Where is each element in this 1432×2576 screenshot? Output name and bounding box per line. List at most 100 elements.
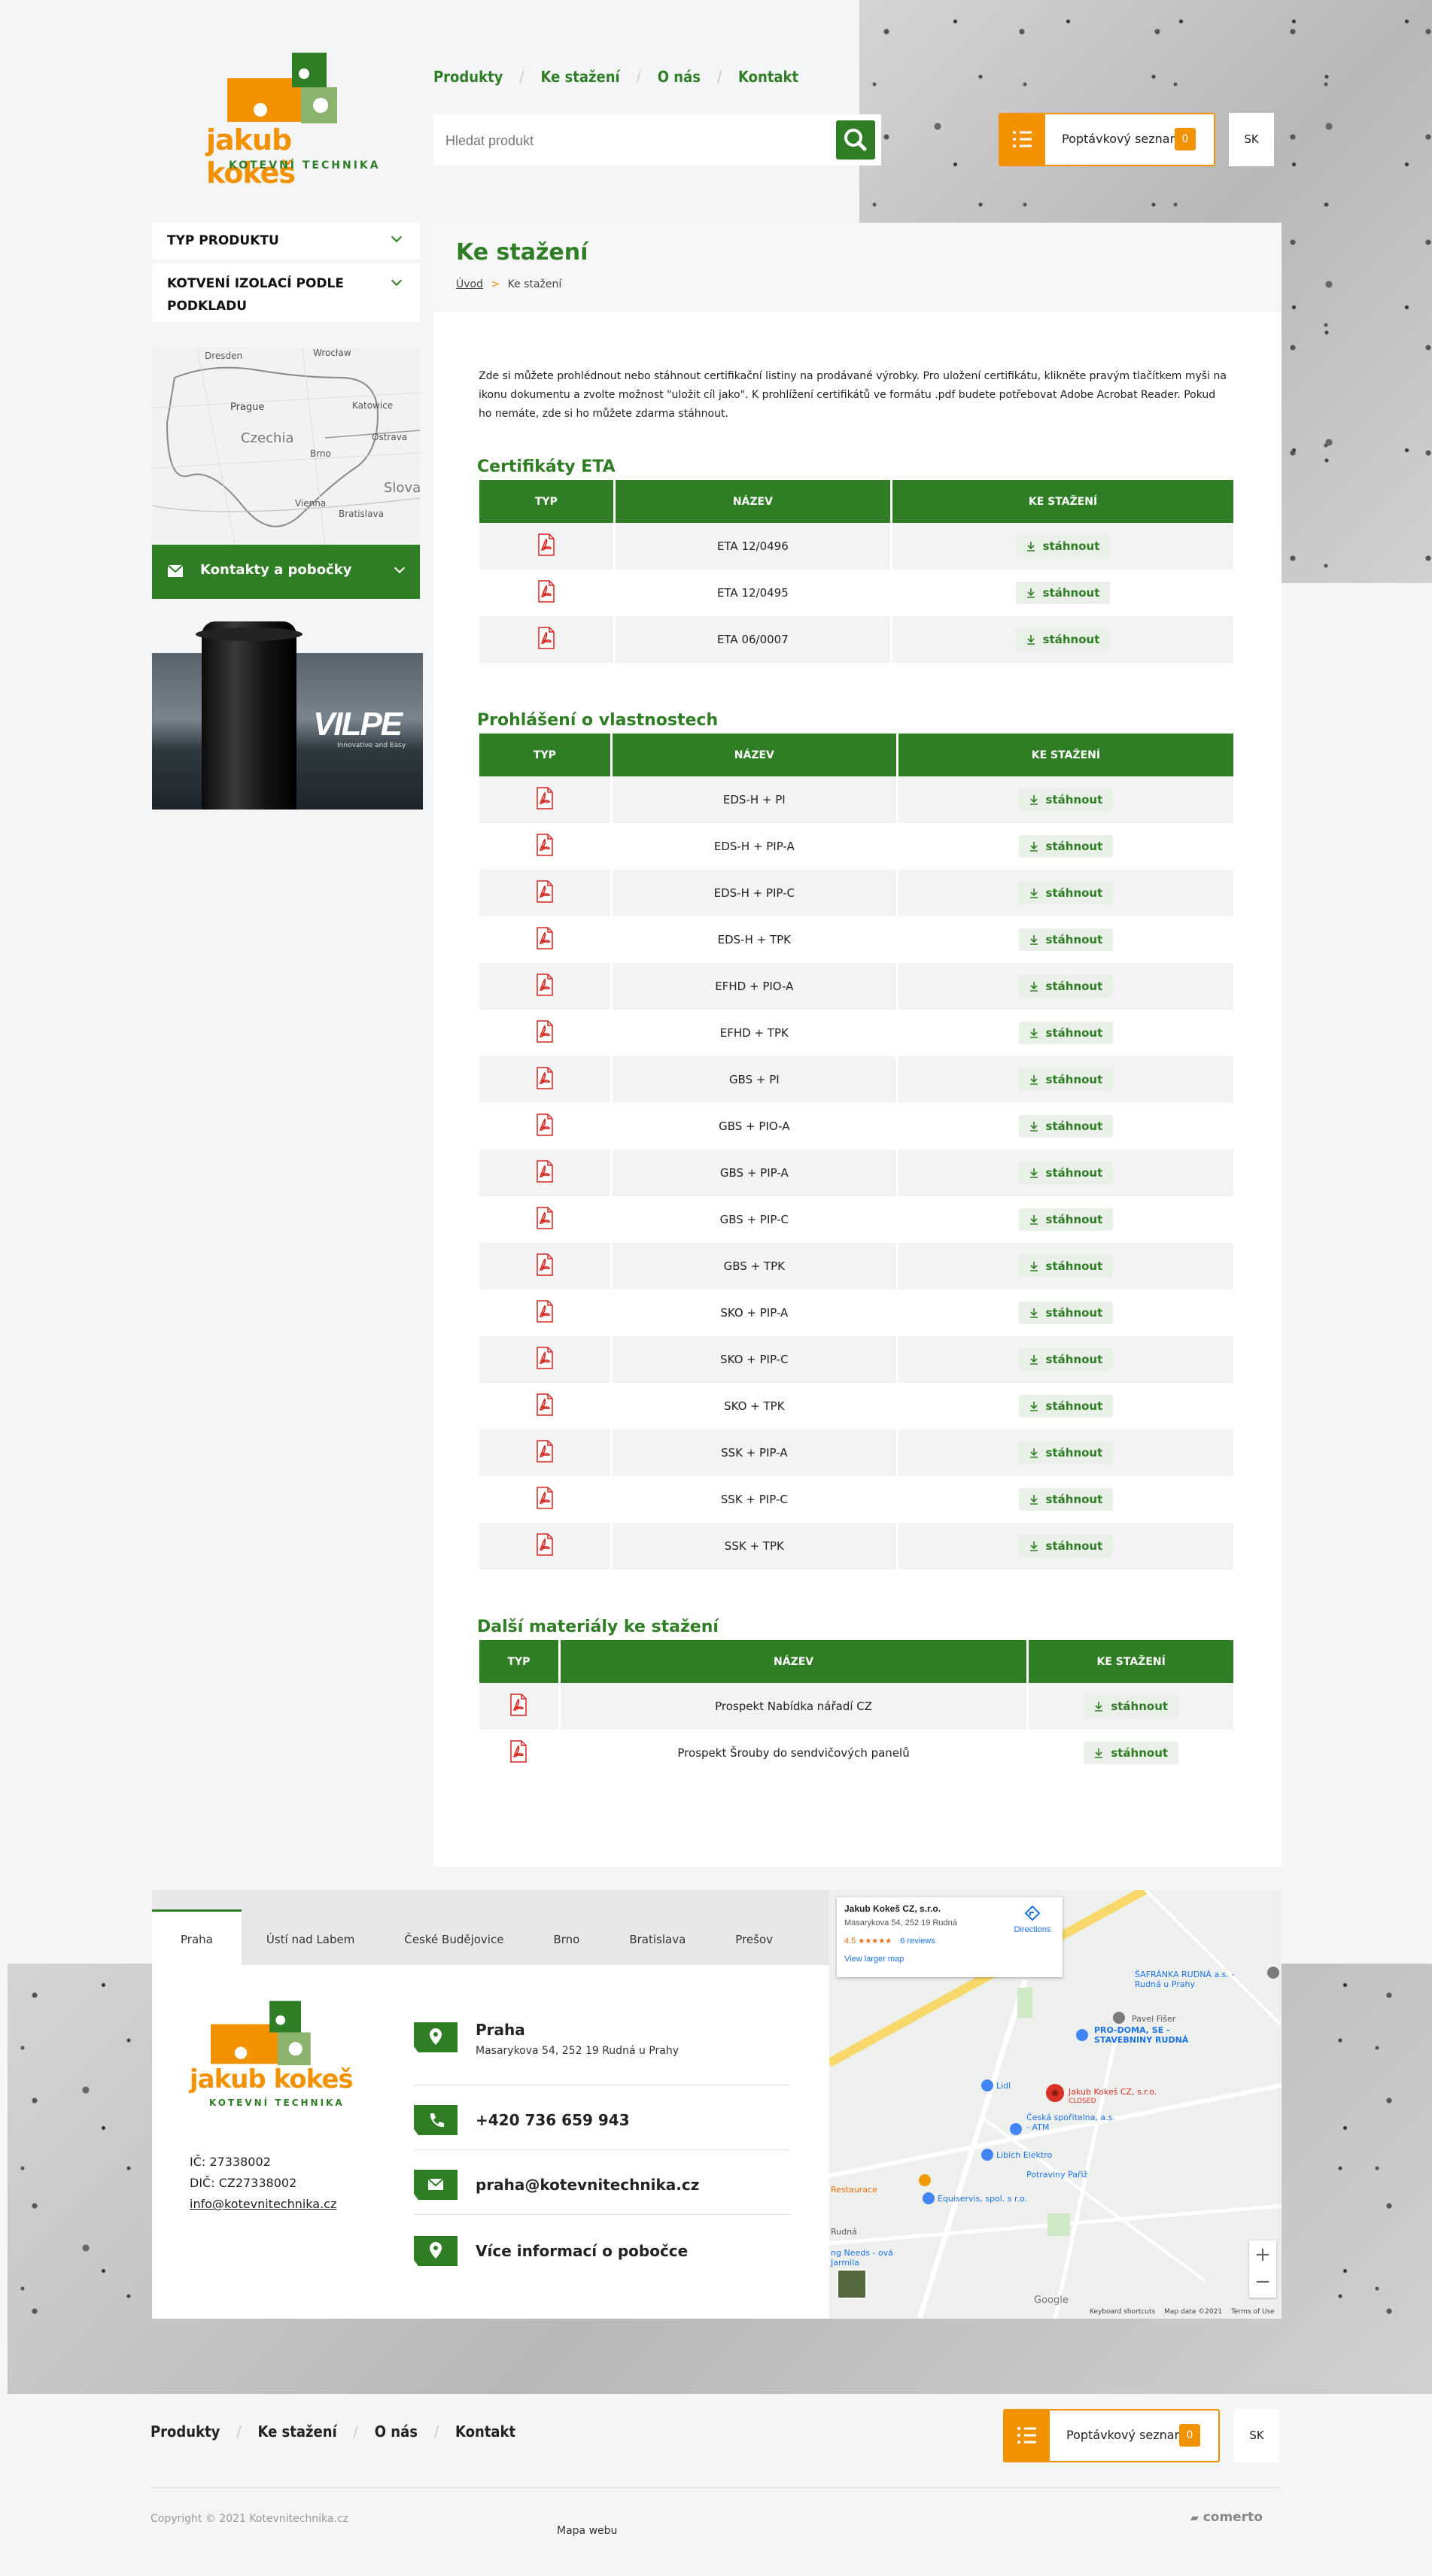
footer-quote-list-button[interactable]: Poptávkový seznam 0 xyxy=(1003,2409,1220,2462)
pdf-icon[interactable] xyxy=(536,1300,554,1323)
directions-button[interactable]: Directions xyxy=(1010,1905,1055,1934)
download-button[interactable]: stáhnout xyxy=(1018,1348,1114,1371)
pdf-icon[interactable] xyxy=(536,1067,554,1089)
tab-bratislava[interactable]: Bratislava xyxy=(604,1892,710,1987)
contacts-dropdown[interactable]: Kontakty a pobočky xyxy=(152,545,420,599)
download-button[interactable]: stáhnout xyxy=(1015,535,1111,557)
vilpe-banner[interactable]: VILPE Innovative and Easy xyxy=(152,621,423,810)
pdf-icon[interactable] xyxy=(537,627,555,649)
comerto-logo[interactable]: ▰ comerto xyxy=(1190,2510,1263,2525)
tab-praha[interactable]: Praha xyxy=(152,1909,242,1985)
tab-ceske-budejovice[interactable]: České Budějovice xyxy=(379,1892,528,1987)
table-row: EFHD + PIO-A stáhnout xyxy=(479,963,1233,1010)
download-button[interactable]: stáhnout xyxy=(1018,1068,1114,1091)
footer-nav-o-nas[interactable]: O nás xyxy=(375,2423,418,2441)
quote-list-button[interactable]: Poptávkový seznam 0 xyxy=(999,113,1215,166)
tab-brno[interactable]: Brno xyxy=(528,1892,604,1987)
download-button[interactable]: stáhnout xyxy=(1018,1208,1114,1231)
google-map[interactable]: ŠAFRÁNKA RUDNÁ a.s. - Rudná u Prahy PRO-… xyxy=(829,1890,1282,2319)
download-button[interactable]: stáhnout xyxy=(1018,1115,1114,1138)
download-button[interactable]: stáhnout xyxy=(1018,975,1114,998)
pdf-icon[interactable] xyxy=(536,1253,554,1276)
download-button[interactable]: stáhnout xyxy=(1084,1695,1179,1718)
pdf-icon[interactable] xyxy=(536,1113,554,1136)
larger-map-link[interactable]: View larger map xyxy=(844,1955,904,1964)
sidebar-item-kotveni-izolaci[interactable]: KOTVENÍ IZOLACÍ PODLE PODKLADU xyxy=(152,263,420,322)
download-button[interactable]: stáhnout xyxy=(1018,1302,1114,1324)
download-button[interactable]: stáhnout xyxy=(1018,1395,1114,1417)
download-cell: stáhnout xyxy=(898,1523,1233,1569)
zoom-out-button[interactable]: − xyxy=(1249,2269,1276,2298)
branch-phone[interactable]: +420 736 659 943 xyxy=(414,2102,790,2150)
map-place-label: Potraviny Pařiž xyxy=(1026,2170,1088,2180)
lang-switch-sk[interactable]: SK xyxy=(1229,113,1274,166)
footer-nav-kontakt[interactable]: Kontakt xyxy=(455,2423,515,2441)
company-email-link[interactable]: info@kotevnitechnika.cz xyxy=(190,2197,336,2211)
document-name: GBS + PIP-A xyxy=(612,1150,896,1196)
search-button[interactable] xyxy=(836,120,875,159)
table-row: GBS + PI stáhnout xyxy=(479,1056,1233,1103)
pdf-icon[interactable] xyxy=(536,1160,554,1183)
nav-o-nas[interactable]: O nás xyxy=(658,68,701,86)
pdf-icon[interactable] xyxy=(509,1694,527,1716)
footer-nav-ke-stazeni[interactable]: Ke stažení xyxy=(258,2423,337,2441)
map-place-label: CLOSED xyxy=(1069,2098,1096,2105)
download-table: TYP NÁZEV KE STAŽENÍ Prospekt Nabídka nářad… xyxy=(477,1638,1236,1776)
search-input[interactable] xyxy=(445,129,807,152)
pdf-icon[interactable] xyxy=(536,1020,554,1043)
reviews-link[interactable]: 6 reviews xyxy=(900,1937,935,1946)
table-row: SKO + PIP-A stáhnout xyxy=(479,1290,1233,1336)
map-satellite-toggle[interactable] xyxy=(837,2269,867,2299)
pdf-icon[interactable] xyxy=(536,834,554,856)
pdf-icon[interactable] xyxy=(537,580,555,603)
sidebar-item-label: KOTVENÍ IZOLACÍ PODLE PODKLADU xyxy=(167,276,344,314)
download-button[interactable]: stáhnout xyxy=(1018,1255,1114,1277)
pdf-icon[interactable] xyxy=(536,1393,554,1416)
pdf-icon[interactable] xyxy=(536,927,554,949)
download-button[interactable]: stáhnout xyxy=(1018,882,1114,904)
column-header-download: KE STAŽENÍ xyxy=(898,731,1233,776)
pdf-icon[interactable] xyxy=(509,1740,527,1763)
download-button[interactable]: stáhnout xyxy=(1018,1488,1114,1511)
tab-usti-nad-labem[interactable]: Ústí nad Labem xyxy=(242,1892,380,1987)
download-button[interactable]: stáhnout xyxy=(1018,928,1114,951)
pdf-icon[interactable] xyxy=(536,1347,554,1369)
pdf-icon[interactable] xyxy=(536,1440,554,1463)
pdf-icon[interactable] xyxy=(536,1207,554,1229)
sitemap-link[interactable]: Mapa webu xyxy=(557,2525,617,2537)
footer-nav-produkty[interactable]: Produkty xyxy=(150,2423,220,2441)
zoom-in-button[interactable]: + xyxy=(1249,2240,1276,2269)
nav-kontakt[interactable]: Kontakt xyxy=(738,68,798,86)
download-button[interactable]: stáhnout xyxy=(1015,628,1111,651)
branch-email[interactable]: praha@kotevnitechnika.cz xyxy=(414,2167,790,2215)
pdf-icon[interactable] xyxy=(537,533,555,556)
map-footer-item[interactable]: Keyboard shortcuts xyxy=(1090,2308,1155,2316)
branch-more-info[interactable]: Více informací o pobočce xyxy=(414,2233,790,2281)
download-button[interactable]: stáhnout xyxy=(1018,835,1114,858)
sidebar-item-typ-produktu[interactable]: TYP PRODUKTU xyxy=(152,223,420,259)
pdf-icon[interactable] xyxy=(536,974,554,996)
breadcrumb-home[interactable]: Úvod xyxy=(456,278,483,290)
chevron-down-icon xyxy=(394,562,406,574)
download-button[interactable]: stáhnout xyxy=(1084,1742,1179,1764)
download-button[interactable]: stáhnout xyxy=(1018,1162,1114,1184)
document-name: EDS-H + TPK xyxy=(612,916,896,963)
download-button[interactable]: stáhnout xyxy=(1018,1441,1114,1464)
pdf-icon[interactable] xyxy=(536,787,554,810)
tab-presov[interactable]: Prešov xyxy=(710,1892,798,1987)
type-cell xyxy=(479,1683,558,1730)
footer-logo[interactable]: jakub kokeš KOTEVNÍ TECHNIKA xyxy=(188,1998,354,2119)
region-map[interactable]: Dresden Wrocław Prague Czechia Brno Kato… xyxy=(152,348,420,545)
download-button[interactable]: stáhnout xyxy=(1018,1535,1114,1557)
download-button[interactable]: stáhnout xyxy=(1015,582,1111,604)
download-button[interactable]: stáhnout xyxy=(1018,788,1114,811)
download-button[interactable]: stáhnout xyxy=(1018,1022,1114,1044)
pdf-icon[interactable] xyxy=(536,1487,554,1509)
footer-lang-switch-sk[interactable]: SK xyxy=(1234,2409,1279,2462)
pdf-icon[interactable] xyxy=(536,1533,554,1556)
logo[interactable]: jakub kokeš KOTEVNÍ TECHNIKA xyxy=(203,50,384,190)
pdf-icon[interactable] xyxy=(536,880,554,903)
map-footer-item[interactable]: Terms of Use xyxy=(1231,2308,1275,2316)
nav-ke-stazeni[interactable]: Ke stažení xyxy=(541,68,620,86)
nav-produkty[interactable]: Produkty xyxy=(433,68,503,86)
